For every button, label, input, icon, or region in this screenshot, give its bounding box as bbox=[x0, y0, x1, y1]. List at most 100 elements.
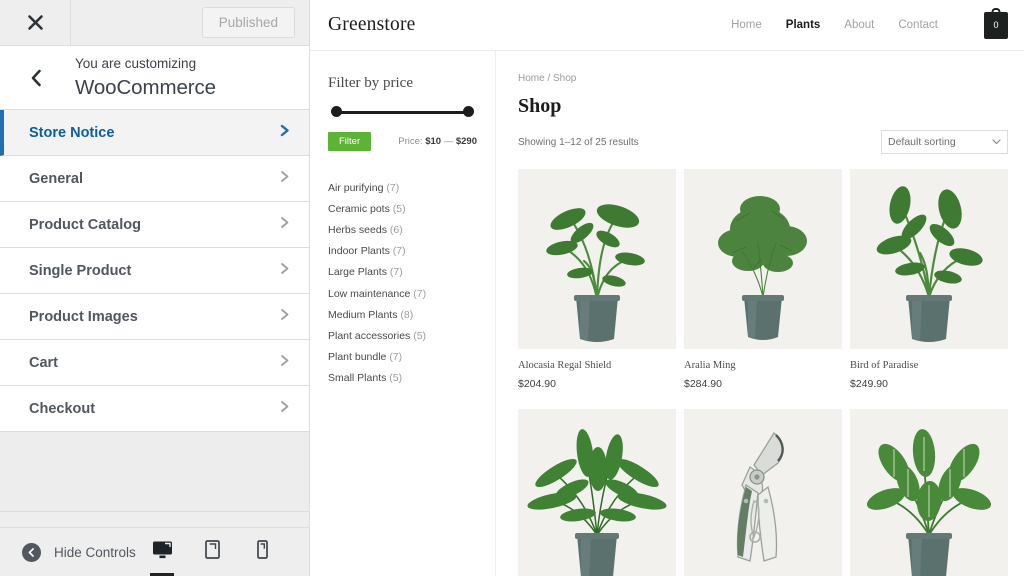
category-item[interactable]: Indoor Plants (7) bbox=[328, 241, 477, 262]
customizing-label: You are customizing bbox=[75, 55, 197, 71]
chevron-right-icon bbox=[278, 307, 291, 326]
product-image bbox=[518, 409, 676, 576]
slider-track bbox=[336, 111, 469, 114]
slider-handle-max[interactable] bbox=[463, 106, 474, 117]
customizer-title-block: You are customizing WooCommerce bbox=[71, 46, 309, 109]
filter-button[interactable]: Filter bbox=[328, 132, 372, 151]
sidebar-item-cart[interactable]: Cart bbox=[0, 340, 309, 386]
customizer-footer: Hide Controls bbox=[0, 527, 309, 576]
close-customizer-button[interactable] bbox=[0, 0, 71, 45]
product-price: $249.90 bbox=[850, 378, 888, 390]
price-range-label: Price: $10 — $290 bbox=[398, 136, 477, 147]
chevron-right-icon bbox=[278, 169, 291, 188]
category-label: Air purifying bbox=[328, 181, 384, 194]
category-item[interactable]: Herbs seeds (6) bbox=[328, 219, 477, 240]
panel-label: General bbox=[29, 170, 83, 187]
category-item[interactable]: Large Plants (7) bbox=[328, 262, 477, 283]
plant-broad-illustration bbox=[876, 186, 983, 342]
plant-fern-illustration bbox=[527, 429, 667, 576]
category-item[interactable]: Plant bundle (7) bbox=[328, 347, 477, 368]
category-count: (6) bbox=[389, 223, 403, 236]
chevron-left-icon bbox=[29, 68, 43, 88]
category-item[interactable]: Low maintenance (7) bbox=[328, 283, 477, 304]
back-button[interactable] bbox=[0, 46, 71, 109]
price-range-slider[interactable] bbox=[331, 106, 474, 120]
sidebar-item-product-images[interactable]: Product Images bbox=[0, 294, 309, 340]
sidebar-item-general[interactable]: General bbox=[0, 156, 309, 202]
category-count: (8) bbox=[400, 308, 414, 321]
mobile-preview-button[interactable] bbox=[247, 535, 277, 569]
hide-controls-label: Hide Controls bbox=[54, 544, 136, 560]
category-label: Small Plants bbox=[328, 372, 387, 385]
panel-label: Product Images bbox=[29, 308, 138, 325]
product-price: $284.90 bbox=[684, 378, 722, 390]
filter-by-price-title: Filter by price bbox=[328, 75, 413, 91]
publish-button[interactable]: Published bbox=[201, 7, 295, 38]
customizing-target: WooCommerce bbox=[75, 75, 216, 99]
customizer-panel-list: Store Notice General Product Catalog Sin… bbox=[0, 110, 309, 527]
results-count: Showing 1–12 of 25 results bbox=[518, 136, 639, 148]
product-title[interactable]: Aralia Ming bbox=[684, 360, 842, 371]
category-count: (7) bbox=[413, 287, 427, 300]
panel-label: Product Catalog bbox=[29, 216, 141, 233]
breadcrumb[interactable]: Home / Shop bbox=[518, 73, 1008, 84]
sidebar-item-checkout[interactable]: Checkout bbox=[0, 386, 309, 432]
sorting-dropdown[interactable]: Default sorting bbox=[881, 130, 1008, 154]
price-prefix: Price: bbox=[398, 136, 423, 147]
shop-sidebar: Filter by price Filter Price: $10 — $290 bbox=[310, 51, 496, 576]
product-card[interactable]: Calathea Beauty Star bbox=[850, 409, 1008, 576]
category-item[interactable]: Plant accessories (5) bbox=[328, 325, 477, 346]
customizer-topbar: Published bbox=[0, 0, 309, 46]
category-item[interactable]: Medium Plants (8) bbox=[328, 304, 477, 325]
product-card[interactable]: Birdnest Japanese bbox=[518, 409, 676, 576]
filter-controls: Filter Price: $10 — $290 bbox=[328, 132, 477, 151]
plant-bushy-illustration bbox=[718, 196, 807, 340]
panel-label: Store Notice bbox=[29, 124, 115, 141]
customizer-sidebar: Published You are customizing WooCommerc… bbox=[0, 0, 310, 576]
tablet-icon bbox=[204, 540, 220, 564]
category-item[interactable]: Air purifying (7) bbox=[328, 177, 477, 198]
site-header: Greenstore Home Plants About Contact 0 bbox=[310, 0, 1024, 51]
category-label: Medium Plants bbox=[328, 308, 398, 321]
category-label: Large Plants bbox=[328, 266, 387, 279]
category-item[interactable]: Small Plants (5) bbox=[328, 368, 477, 389]
product-card[interactable]: Aralia Ming $284.90 bbox=[684, 169, 842, 409]
sidebar-item-product-catalog[interactable]: Product Catalog bbox=[0, 202, 309, 248]
category-count: (7) bbox=[389, 351, 403, 364]
chevron-right-icon bbox=[278, 215, 291, 234]
nav-item-about[interactable]: About bbox=[844, 19, 874, 31]
cart-button[interactable]: 0 bbox=[984, 7, 1008, 39]
nav-item-contact[interactable]: Contact bbox=[898, 19, 938, 31]
category-count: (5) bbox=[413, 329, 427, 342]
nav-item-home[interactable]: Home bbox=[731, 19, 762, 31]
cart-count-badge: 0 bbox=[993, 19, 999, 30]
sidebar-item-single-product[interactable]: Single Product bbox=[0, 248, 309, 294]
category-count: (5) bbox=[389, 372, 403, 385]
category-item[interactable]: Ceramic pots (5) bbox=[328, 198, 477, 219]
chevron-down-icon bbox=[992, 137, 1001, 147]
panel-empty-area bbox=[0, 432, 309, 512]
plant-tall-illustration bbox=[546, 204, 645, 342]
product-title[interactable]: Bird of Paradise bbox=[850, 360, 1008, 371]
product-card[interactable]: Bypass Secateur bbox=[684, 409, 842, 576]
site-brand[interactable]: Greenstore bbox=[328, 14, 416, 36]
product-card[interactable]: Bird of Paradise $249.90 bbox=[850, 169, 1008, 409]
product-title[interactable]: Alocasia Regal Shield bbox=[518, 360, 676, 371]
hide-controls-button[interactable]: Hide Controls bbox=[22, 542, 136, 562]
product-price: $204.90 bbox=[518, 378, 556, 390]
desktop-preview-button[interactable] bbox=[147, 535, 177, 576]
desktop-icon bbox=[152, 540, 173, 564]
product-card[interactable]: Alocasia Regal Shield $204.90 bbox=[518, 169, 676, 409]
plant-calathea-illustration bbox=[866, 429, 992, 576]
sidebar-item-store-notice[interactable]: Store Notice bbox=[0, 110, 309, 156]
chevron-right-icon bbox=[278, 399, 291, 418]
category-label: Ceramic pots bbox=[328, 202, 390, 215]
nav-item-plants[interactable]: Plants bbox=[786, 19, 821, 31]
tablet-preview-button[interactable] bbox=[197, 535, 227, 569]
customizer-header: You are customizing WooCommerce bbox=[0, 46, 309, 110]
category-label: Plant accessories bbox=[328, 329, 411, 342]
page-title: Shop bbox=[518, 95, 562, 117]
slider-handle-min[interactable] bbox=[331, 106, 342, 117]
main-navigation: Home Plants About Contact 0 bbox=[731, 7, 1008, 39]
category-label: Low maintenance bbox=[328, 287, 411, 300]
